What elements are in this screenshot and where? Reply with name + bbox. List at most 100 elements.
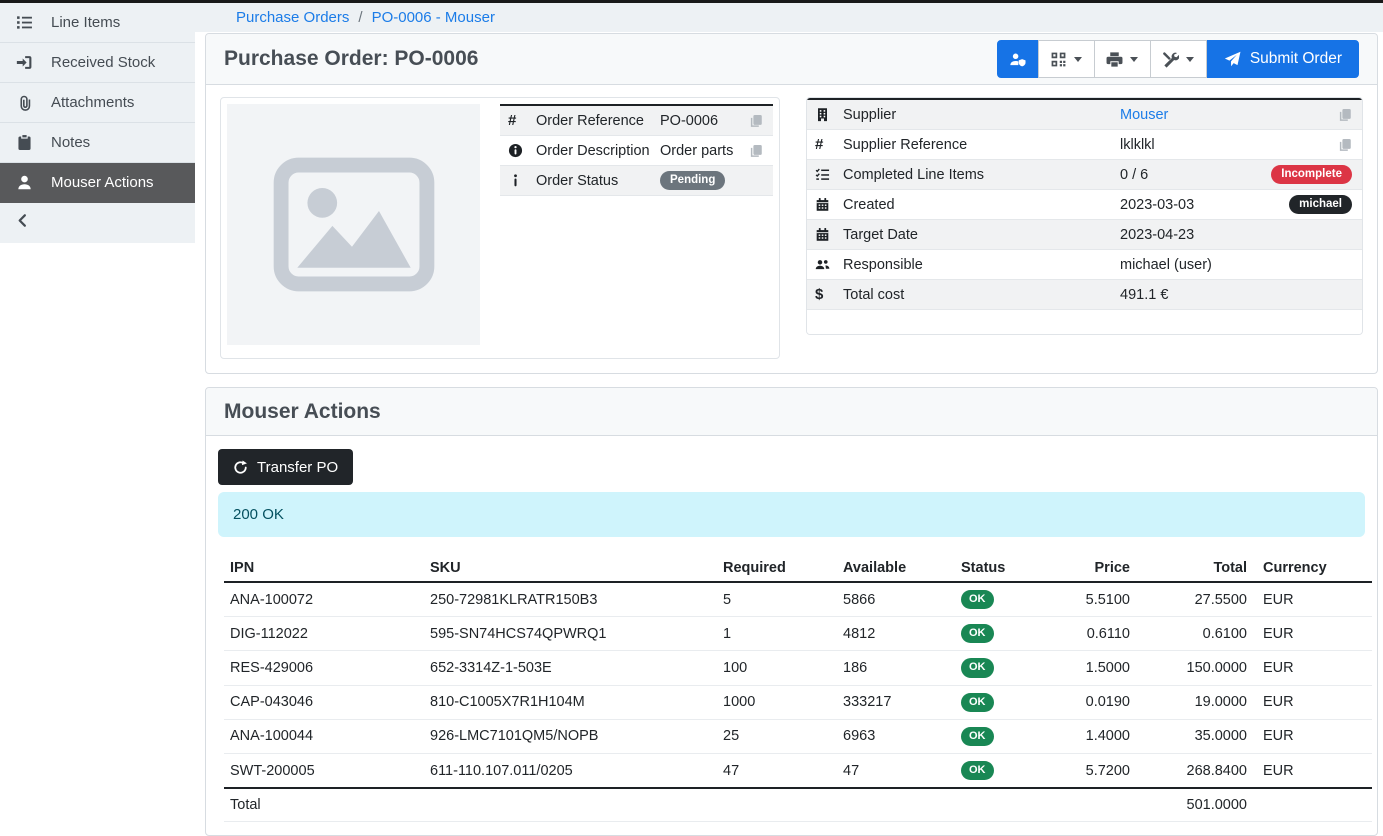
copy-icon[interactable] (1338, 108, 1352, 122)
total-cell: 27.5500 (1136, 582, 1253, 617)
sku-cell: 250-72981KLRATR150B3 (424, 582, 717, 617)
total-cell: 268.8400 (1136, 753, 1253, 788)
price-cell: 1.4000 (1055, 719, 1136, 753)
sidebar-item-label: Notes (51, 134, 90, 151)
copy-icon[interactable] (1338, 138, 1352, 152)
sidebar-item-line-items[interactable]: Line Items (0, 3, 195, 43)
purchase-order-panel-header: Purchase Order: PO-0006 Submit Order (206, 34, 1377, 85)
table-row: ANA-100072250-72981KLRATR150B355866OK5.5… (224, 582, 1372, 617)
sidebar-item-attachments[interactable]: Attachments (0, 83, 195, 123)
ipn-cell: RES-429006 (224, 651, 424, 685)
column-header-available: Available (837, 555, 955, 582)
total-cell: 0.6100 (1136, 617, 1253, 651)
order-details-table: #Order ReferencePO-0006Order Description… (500, 104, 773, 196)
detail-row-extras (749, 144, 765, 158)
currency-cell: EUR (1253, 753, 1372, 788)
status-badge-ok: OK (961, 590, 994, 609)
copy-icon[interactable] (749, 144, 763, 158)
main-content: Purchase Order: PO-0006 Submit Order #Or… (205, 33, 1378, 836)
info-circle-icon (508, 143, 536, 158)
mouser-actions-panel: Mouser Actions Transfer PO 200 OK IPNSKU… (205, 387, 1378, 836)
detail-row-order-status: Order StatusPending (500, 166, 773, 196)
detail-row-supplier-reference: #Supplier Referencelklklkl (807, 130, 1362, 160)
print-menu-button[interactable] (1094, 40, 1151, 78)
currency-cell: EUR (1253, 617, 1372, 651)
building-icon (815, 107, 843, 122)
order-image-placeholder[interactable] (227, 104, 480, 345)
order-actions-menu-button[interactable] (1150, 40, 1207, 78)
sku-cell: 611-110.107.011/0205 (424, 753, 717, 788)
table-row: CAP-043046810-C1005X7R1H104M1000333217OK… (224, 685, 1372, 719)
user-shield-icon (1009, 51, 1026, 68)
status-cell: OK (955, 617, 1055, 651)
available-cell: 186 (837, 651, 955, 685)
sku-cell: 810-C1005X7R1H104M (424, 685, 717, 719)
response-alert: 200 OK (218, 492, 1365, 537)
submit-order-button[interactable]: Submit Order (1207, 40, 1359, 78)
sidebar-item-received-stock[interactable]: Received Stock (0, 43, 195, 83)
copy-icon[interactable] (749, 114, 763, 128)
barcode-menu-button[interactable] (1038, 40, 1095, 78)
ipn-cell: ANA-100044 (224, 719, 424, 753)
status-badge-ok: OK (961, 761, 994, 780)
required-cell: 100 (717, 651, 837, 685)
detail-row-extras: michael (1289, 195, 1354, 214)
sidebar-item-label: Line Items (51, 14, 120, 31)
detail-value: 0 / 6 (1120, 167, 1148, 183)
detail-label: Completed Line Items (843, 167, 1120, 183)
line-items-table: IPNSKURequiredAvailableStatusPriceTotalC… (224, 555, 1372, 822)
users-icon (815, 257, 843, 272)
sidebar-item-notes[interactable]: Notes (0, 123, 195, 163)
ipn-cell: DIG-112022 (224, 617, 424, 651)
detail-value: 2023-03-03 (1120, 197, 1194, 213)
table-row: SWT-200005611-110.107.011/02054747OK5.72… (224, 753, 1372, 788)
price-cell: 5.7200 (1055, 753, 1136, 788)
breadcrumb-current[interactable]: PO-0006 - Mouser (372, 9, 495, 26)
status-badge-ok: OK (961, 658, 994, 677)
caret-down-icon (1186, 57, 1194, 62)
supplier-details-card: SupplierMouser#Supplier Referencelklklkl… (806, 97, 1363, 335)
column-header-total: Total (1136, 555, 1253, 582)
detail-label: Responsible (843, 257, 1120, 273)
admin-button[interactable] (997, 40, 1039, 78)
sidebar-item-mouser-actions[interactable]: Mouser Actions (0, 163, 195, 203)
image-placeholder-icon (273, 157, 435, 292)
paperclip-icon (15, 94, 34, 111)
breadcrumb-link-purchase-orders[interactable]: Purchase Orders (236, 9, 349, 26)
list-ol-icon (15, 14, 34, 31)
clipboard-icon (15, 134, 34, 151)
detail-row-extras (1338, 108, 1354, 122)
sidebar: Line Items Received StockAttachments Notes… (0, 3, 195, 243)
ipn-cell: CAP-043046 (224, 685, 424, 719)
required-cell: 47 (717, 753, 837, 788)
available-cell: 333217 (837, 685, 955, 719)
supplier-link[interactable]: Mouser (1120, 107, 1168, 123)
status-badge-ok: OK (961, 727, 994, 746)
required-cell: 5 (717, 582, 837, 617)
calendar-icon (815, 197, 843, 212)
table-total-row: Total 501.0000 (224, 788, 1372, 822)
sku-cell: 652-3314Z-1-503E (424, 651, 717, 685)
available-cell: 47 (837, 753, 955, 788)
sidebar-collapse-button[interactable] (0, 203, 195, 243)
price-cell: 5.5100 (1055, 582, 1136, 617)
detail-value: PO-0006 (660, 113, 718, 129)
transfer-po-button[interactable]: Transfer PO (218, 449, 353, 485)
total-cell: 35.0000 (1136, 719, 1253, 753)
purchase-order-panel: Purchase Order: PO-0006 Submit Order #Or… (205, 33, 1378, 374)
ipn-cell: SWT-200005 (224, 753, 424, 788)
detail-row-extras: Incomplete (1271, 165, 1354, 184)
badge-michael: michael (1289, 195, 1352, 214)
status-cell: OK (955, 651, 1055, 685)
order-summary-card: #Order ReferencePO-0006Order Description… (220, 97, 780, 359)
detail-row-responsible: Responsiblemichael (user) (807, 250, 1362, 280)
detail-value: 491.1 € (1120, 287, 1168, 303)
badge-incomplete: Incomplete (1271, 165, 1352, 184)
available-cell: 6963 (837, 719, 955, 753)
calendar-icon (815, 227, 843, 242)
order-toolbar: Submit Order (997, 40, 1359, 78)
column-header-status: Status (955, 555, 1055, 582)
detail-value: Mouser (1120, 107, 1168, 123)
mouser-actions-panel-body: Transfer PO 200 OK IPNSKURequiredAvailab… (206, 436, 1377, 835)
caret-down-icon (1074, 57, 1082, 62)
